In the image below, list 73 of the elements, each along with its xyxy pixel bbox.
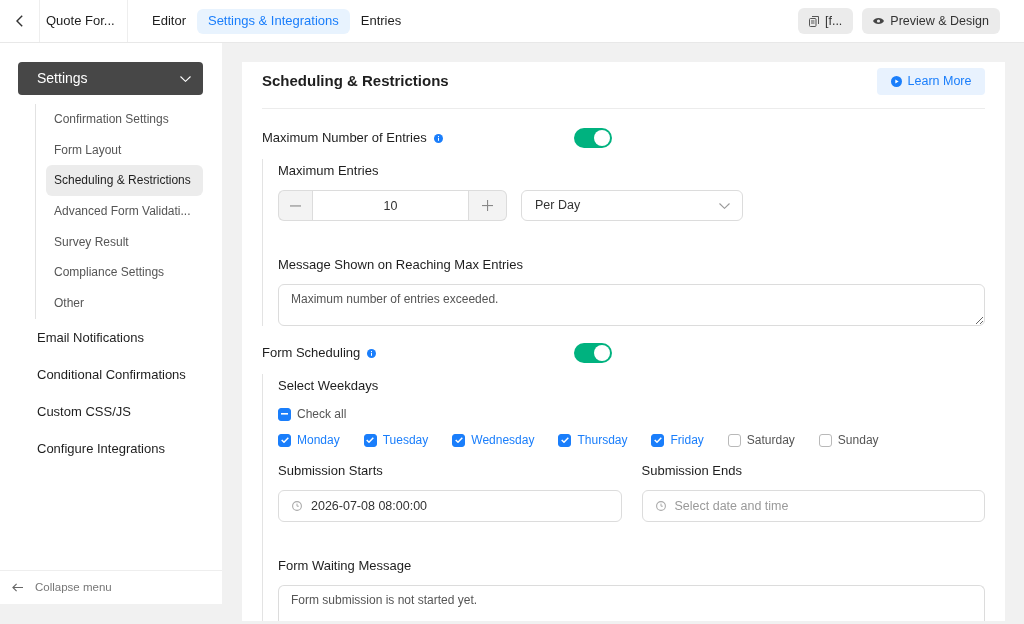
field-label: Submission Starts — [278, 462, 383, 480]
field-label: Select Weekdays — [278, 377, 379, 395]
weekday-label: Wednesday — [471, 432, 535, 449]
eye-icon — [873, 17, 885, 25]
checkmark-icon — [560, 437, 569, 443]
plus-icon — [482, 200, 493, 211]
nav-tab[interactable]: Editor — [141, 8, 197, 34]
sidebar-item[interactable]: Conditional Confirmations — [37, 355, 186, 393]
sidebar-item[interactable]: Custom CSS/JS — [37, 392, 131, 430]
number-input[interactable]: 10 — [312, 190, 469, 221]
info-icon — [433, 133, 443, 143]
collapse-menu-button[interactable]: Collapse menu — [0, 570, 222, 604]
checkmark-icon — [654, 437, 662, 443]
sidebar-subitem[interactable]: Scheduling & Restrictions — [46, 165, 203, 197]
checkmark-icon — [454, 437, 463, 443]
checkmark-icon — [280, 437, 289, 443]
learn-more-button[interactable]: Learn More — [877, 68, 985, 95]
form-title: Quote For... — [40, 0, 128, 42]
chevron-left-icon — [16, 15, 23, 27]
sidebar-subitem[interactable]: Confirmation Settings — [46, 104, 203, 135]
checkbox[interactable] — [363, 433, 377, 447]
weekday-label: Friday — [670, 432, 704, 449]
info-icon — [367, 348, 377, 358]
preview-button[interactable]: Preview & Design — [862, 8, 1000, 34]
minus-icon — [281, 413, 288, 415]
sidebar-item[interactable]: Email Notifications — [37, 318, 144, 356]
arrow-left-icon — [12, 583, 23, 592]
weekday-label: Tuesday — [382, 432, 429, 449]
section-label: Form Scheduling — [262, 344, 361, 363]
documents-icon — [808, 15, 819, 27]
chevron-down-icon — [719, 202, 730, 209]
field-label: Message Shown on Reaching Max Entries — [278, 256, 523, 274]
period-select[interactable]: Per Day — [521, 190, 743, 221]
checkbox[interactable] — [727, 433, 741, 447]
toggle-switch[interactable] — [574, 343, 612, 363]
sidebar-subitem[interactable]: Survey Result — [46, 226, 203, 258]
checkbox[interactable] — [651, 433, 665, 447]
datetime-field[interactable]: 2026-07-08 08:00:00 — [278, 490, 622, 522]
checkbox[interactable] — [278, 433, 291, 447]
field-label: Form Waiting Message — [278, 557, 412, 575]
checkbox[interactable] — [818, 433, 832, 447]
checkbox[interactable] — [452, 433, 466, 447]
weekday-label: Monday — [297, 432, 340, 449]
play-circle-icon — [890, 76, 902, 87]
toggle-switch[interactable] — [574, 128, 612, 148]
weekday-label: Saturday — [746, 432, 795, 449]
shortcode-button[interactable]: [f... — [797, 8, 854, 34]
checkbox-label: Check all — [297, 406, 347, 423]
checkbox[interactable] — [558, 433, 572, 447]
field-label: Submission Ends — [641, 462, 742, 480]
settings-menu-toggle[interactable]: Settings — [18, 62, 203, 95]
checkmark-icon — [366, 437, 375, 443]
sidebar-subitem[interactable]: Compliance Settings — [46, 257, 203, 289]
sidebar-subitem[interactable]: Advanced Form Validati... — [46, 196, 203, 227]
clock-icon — [292, 501, 302, 511]
section-label: Maximum Number of Entries — [262, 129, 427, 148]
panel-title: Scheduling & Restrictions — [262, 71, 449, 92]
checkbox[interactable] — [278, 407, 291, 421]
minus-icon — [290, 204, 301, 207]
datetime-field[interactable]: Select date and time — [641, 490, 985, 522]
nav-tab[interactable]: Settings & Integrations — [196, 8, 350, 34]
message-textarea[interactable]: Form submission is not started yet. — [278, 585, 985, 621]
sidebar-item[interactable]: Configure Integrations — [37, 429, 165, 467]
decrement-button[interactable] — [278, 190, 312, 221]
clock-icon — [655, 501, 666, 511]
weekday-label: Sunday — [837, 432, 879, 449]
message-textarea[interactable]: Maximum number of entries exceeded. — [278, 284, 985, 326]
sidebar-subitem[interactable]: Other — [46, 288, 203, 319]
chevron-down-icon — [180, 75, 191, 82]
field-label: Maximum Entries — [278, 162, 379, 180]
sidebar-subitem[interactable]: Form Layout — [46, 134, 203, 166]
weekday-label: Thursday — [577, 432, 628, 449]
nav-tab[interactable]: Entries — [349, 8, 413, 34]
